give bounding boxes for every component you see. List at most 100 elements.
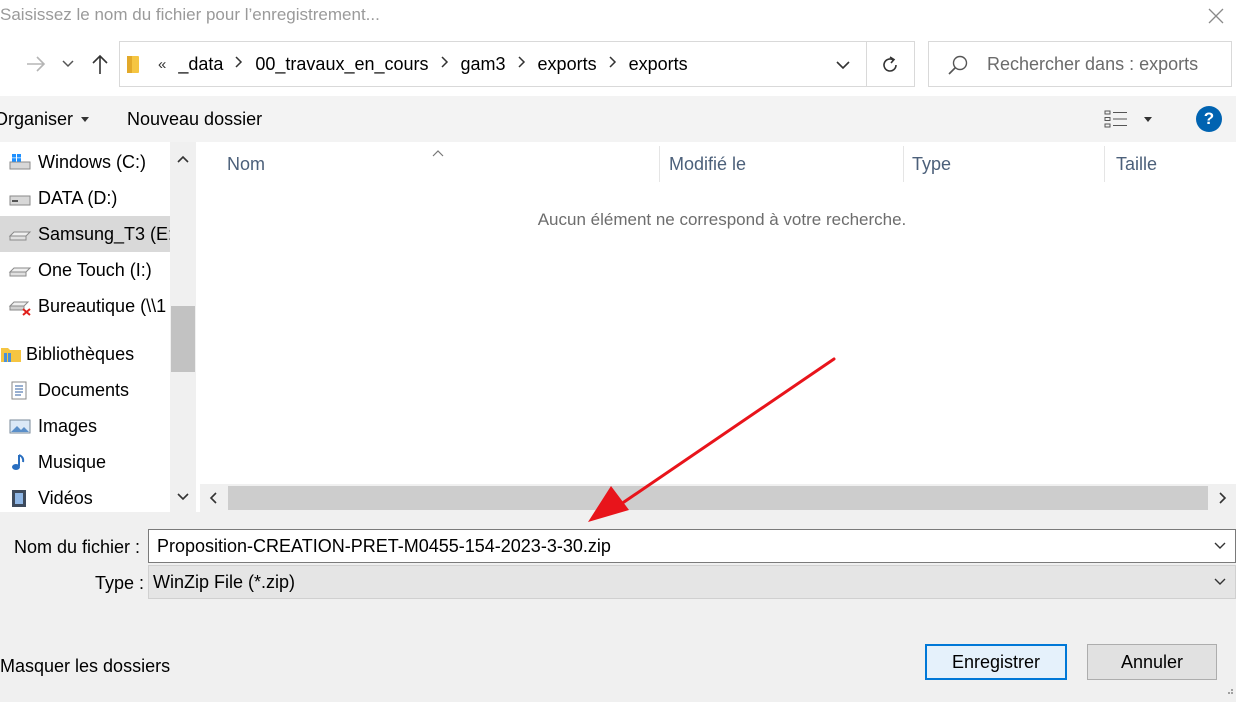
scrollbar-thumb[interactable] bbox=[171, 306, 195, 372]
sidebar-item-images[interactable]: Images bbox=[0, 408, 170, 444]
sidebar-item-label: Vidéos bbox=[38, 487, 93, 508]
empty-state-message: Aucun élément ne correspond à votre rech… bbox=[537, 210, 907, 229]
column-header-type[interactable]: Type bbox=[904, 142, 1104, 186]
filetype-label: Type : bbox=[95, 573, 145, 593]
navigation-row: « _data 00_travaux_en_cours gam3 exports… bbox=[0, 36, 1236, 92]
breadcrumb-item[interactable]: exports bbox=[538, 54, 597, 75]
breadcrumb-item[interactable]: gam3 bbox=[461, 54, 506, 75]
scrollbar-thumb[interactable] bbox=[228, 486, 1208, 510]
resize-grip-icon[interactable] bbox=[1224, 682, 1234, 700]
back-button[interactable] bbox=[22, 50, 50, 78]
videos-icon bbox=[8, 487, 32, 509]
filename-input[interactable] bbox=[157, 530, 1197, 562]
breadcrumb-item[interactable]: exports bbox=[629, 54, 688, 75]
title-bar: Saisissez le nom du fichier pour l’enreg… bbox=[0, 0, 1236, 32]
change-view-button[interactable] bbox=[1104, 106, 1152, 132]
drive-icon bbox=[8, 187, 32, 209]
up-button[interactable] bbox=[86, 50, 114, 78]
sidebar-item-data-d[interactable]: DATA (D:) bbox=[0, 180, 170, 216]
scroll-right-button[interactable] bbox=[1210, 484, 1236, 512]
breadcrumb: « _data 00_travaux_en_cours gam3 exports… bbox=[154, 42, 688, 86]
sidebar-item-label: Images bbox=[38, 415, 98, 436]
divider bbox=[866, 42, 867, 86]
new-folder-label: Nouveau dossier bbox=[127, 108, 263, 129]
sidebar-item-videos[interactable]: Vidéos bbox=[0, 480, 170, 512]
folder-icon bbox=[126, 53, 142, 80]
filetype-value: WinZip File (*.zip) bbox=[153, 571, 296, 592]
address-bar[interactable]: « _data 00_travaux_en_cours gam3 exports… bbox=[119, 41, 915, 87]
column-divider[interactable] bbox=[659, 146, 660, 182]
libraries-folder-icon bbox=[0, 343, 22, 365]
sidebar-item-label: Bibliothèques bbox=[26, 343, 135, 364]
chevron-right-icon[interactable] bbox=[609, 55, 617, 73]
save-options-panel: Nom du fichier : Type : WinZip File (*.z… bbox=[0, 512, 1236, 702]
scroll-up-button[interactable] bbox=[170, 146, 196, 172]
filetype-select[interactable]: WinZip File (*.zip) bbox=[148, 565, 1236, 599]
sidebar-item-label: Windows (C:) bbox=[38, 151, 147, 172]
sidebar-item-bureautique[interactable]: Bureautique (\\1 bbox=[0, 288, 170, 324]
sidebar-item-label: Documents bbox=[38, 379, 130, 400]
chevron-right-icon[interactable] bbox=[235, 55, 243, 73]
filename-label: Nom du fichier : bbox=[14, 537, 141, 557]
column-header-size[interactable]: Taille bbox=[1108, 142, 1236, 186]
chevron-right-icon[interactable] bbox=[440, 55, 449, 73]
music-icon bbox=[8, 451, 32, 473]
windows-drive-icon bbox=[8, 151, 32, 173]
sidebar-item-windows-c[interactable]: Windows (C:) bbox=[0, 144, 170, 180]
sidebar-item-label: DATA (D:) bbox=[38, 187, 118, 208]
navigation-pane-scrollbar[interactable] bbox=[170, 142, 196, 512]
chevron-down-icon bbox=[1214, 542, 1226, 549]
sidebar-item-documents[interactable]: Documents bbox=[0, 372, 170, 408]
sidebar-item-samsung-t3[interactable]: Samsung_T3 (E:) bbox=[0, 216, 170, 252]
scroll-left-button[interactable] bbox=[200, 484, 226, 512]
arrow-right-icon bbox=[27, 56, 46, 72]
chevron-down-icon bbox=[62, 60, 74, 68]
save-button[interactable]: Enregistrer bbox=[925, 644, 1067, 680]
documents-icon bbox=[8, 379, 32, 401]
organize-menu-button[interactable]: Organiser bbox=[0, 96, 90, 142]
chevron-left-icon bbox=[209, 492, 217, 504]
breadcrumb-item[interactable]: _data bbox=[178, 54, 223, 75]
organize-label: Organiser bbox=[0, 108, 74, 129]
recent-locations-button[interactable] bbox=[56, 50, 80, 78]
chevron-up-icon bbox=[177, 155, 189, 163]
breadcrumb-item[interactable]: 00_travaux_en_cours bbox=[255, 54, 428, 75]
pictures-icon bbox=[8, 415, 32, 437]
removable-drive-icon bbox=[8, 259, 32, 281]
sidebar-item-libraries[interactable]: Bibliothèques bbox=[0, 336, 170, 372]
close-icon bbox=[1208, 8, 1224, 24]
search-icon bbox=[947, 54, 969, 81]
help-button[interactable]: ? bbox=[1196, 106, 1222, 132]
caret-down-icon bbox=[81, 116, 90, 122]
address-history-button[interactable] bbox=[828, 50, 858, 80]
cancel-button[interactable]: Annuler bbox=[1087, 644, 1217, 680]
caret-down-icon[interactable] bbox=[1144, 116, 1152, 122]
sidebar-item-label: Samsung_T3 (E:) bbox=[38, 223, 170, 244]
sidebar-item-label: Bureautique (\\1 bbox=[38, 295, 167, 316]
file-list-scrollbar[interactable] bbox=[200, 484, 1236, 512]
close-button[interactable] bbox=[1200, 2, 1232, 30]
file-list: Nom Modifié le Type Taille Aucun élément… bbox=[200, 142, 1236, 512]
filename-combo[interactable] bbox=[148, 529, 1236, 563]
dialog-title: Saisissez le nom du fichier pour l’enreg… bbox=[0, 5, 380, 24]
sidebar-item-music[interactable]: Musique bbox=[0, 444, 170, 480]
column-header-name[interactable]: Nom bbox=[219, 142, 659, 186]
navigation-pane: Windows (C:) DATA (D:) Samsung_T3 (E:) O… bbox=[0, 142, 196, 512]
filename-dropdown-button[interactable] bbox=[1207, 530, 1233, 562]
search-box[interactable] bbox=[928, 41, 1232, 87]
chevron-down-icon bbox=[836, 60, 850, 69]
new-folder-button[interactable]: Nouveau dossier bbox=[127, 96, 262, 142]
column-divider[interactable] bbox=[1104, 146, 1105, 182]
chevron-down-icon bbox=[177, 493, 189, 501]
filetype-dropdown-button[interactable] bbox=[1207, 566, 1233, 598]
breadcrumb-overflow[interactable]: « bbox=[158, 56, 166, 73]
chevron-down-icon bbox=[1214, 578, 1226, 585]
refresh-button[interactable] bbox=[872, 50, 908, 80]
sidebar-item-one-touch[interactable]: One Touch (I:) bbox=[0, 252, 170, 288]
search-input[interactable] bbox=[987, 42, 1227, 86]
scroll-down-button[interactable] bbox=[170, 484, 196, 510]
column-header-modified[interactable]: Modifié le bbox=[661, 142, 903, 186]
chevron-right-icon[interactable] bbox=[518, 55, 526, 73]
hide-folders-button[interactable]: Masquer les dossiers bbox=[0, 656, 170, 677]
sidebar-item-label: One Touch (I:) bbox=[38, 259, 152, 280]
